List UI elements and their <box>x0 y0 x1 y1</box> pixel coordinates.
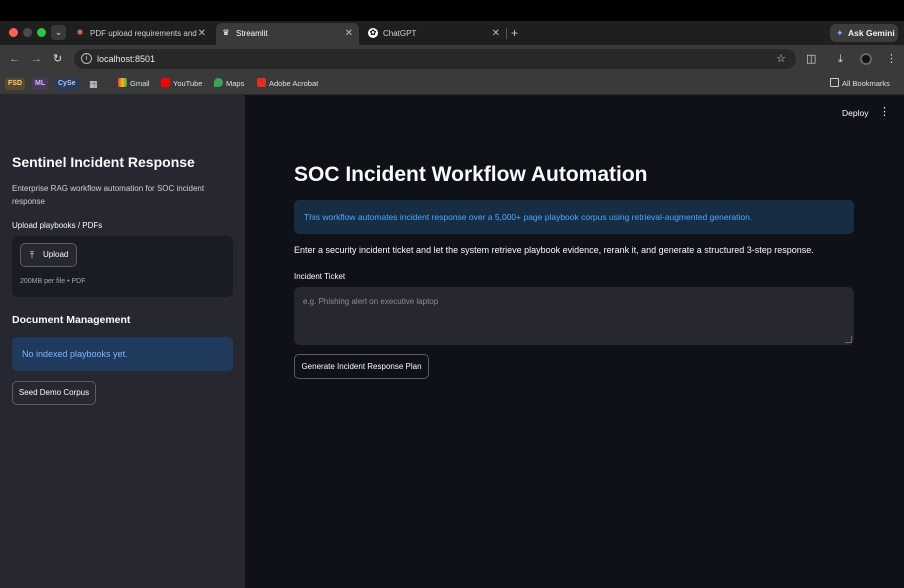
upload-button[interactable]: ⤒ Upload <box>20 243 77 267</box>
back-icon[interactable]: ← <box>9 51 20 67</box>
bookmark-star-icon[interactable]: ☆ <box>776 49 786 69</box>
tab-title: PDF upload requirements and <box>90 29 197 38</box>
bookmark-cyse[interactable]: CySe <box>55 78 79 90</box>
top-strip <box>0 0 904 21</box>
ask-gemini-label: Ask Gemini <box>848 28 895 38</box>
incident-ticket-input[interactable] <box>294 287 854 345</box>
apps-grid-icon[interactable]: ▦ <box>89 78 98 90</box>
page-title: SOC Incident Workflow Automation <box>294 163 648 186</box>
gmail-icon <box>118 78 127 87</box>
tab-chatgpt[interactable]: ✿ ChatGPT ✕ <box>363 23 506 45</box>
bookmark-youtube[interactable]: YouTube <box>161 78 202 90</box>
close-window-button[interactable] <box>9 28 18 37</box>
maps-icon <box>214 78 223 87</box>
folder-icon <box>830 78 839 87</box>
adobe-acrobat-icon <box>257 78 266 87</box>
bookmark-label: Gmail <box>130 79 150 88</box>
profile-avatar[interactable] <box>860 53 872 65</box>
tab-separator <box>506 28 507 39</box>
extensions-icon[interactable]: ◫ <box>806 51 816 67</box>
no-playbooks-info: No indexed playbooks yet. <box>12 337 233 371</box>
bookmark-ml[interactable]: ML <box>32 78 49 90</box>
site-info-icon[interactable]: i <box>81 53 92 64</box>
minimize-window-button[interactable] <box>23 28 32 37</box>
sidebar-description: Enterprise RAG workflow automation for S… <box>12 184 205 206</box>
close-tab-icon[interactable]: ✕ <box>492 23 500 44</box>
bookmark-label: Maps <box>226 79 245 88</box>
tab-streamlit[interactable]: ♛ Streamlit ✕ <box>216 23 359 45</box>
incident-ticket-label: Incident Ticket <box>294 272 346 281</box>
youtube-icon <box>161 78 170 87</box>
browser-toolbar: ← → ↻ i localhost:8501 ☆ ◫ ⤓ ⋮ <box>0 45 904 73</box>
document-management-heading: Document Management <box>12 314 131 326</box>
bookmark-gmail[interactable]: Gmail <box>118 78 150 90</box>
bookmarks-bar: FSD ML CySe ▦ Gmail YouTube Maps Adobe A… <box>0 73 904 95</box>
bookmark-fsd[interactable]: FSD <box>5 78 25 90</box>
app-sidebar: Sentinel Incident Response Enterprise RA… <box>0 95 245 588</box>
browser-tab-bar: ⌄ ✱ PDF upload requirements and ✕ ♛ Stre… <box>0 21 904 45</box>
sidebar-title: Sentinel Incident Response <box>12 154 195 170</box>
instructions-text: Enter a security incident ticket and let… <box>294 245 814 255</box>
url-text[interactable]: localhost:8501 <box>97 49 155 69</box>
tab-pdf-upload[interactable]: ✱ PDF upload requirements and ✕ <box>70 23 212 45</box>
close-tab-icon[interactable]: ✕ <box>198 23 206 44</box>
browser-menu-icon[interactable]: ⋮ <box>886 51 897 67</box>
download-icon[interactable]: ⤓ <box>838 51 843 67</box>
close-tab-icon[interactable]: ✕ <box>345 23 353 44</box>
claude-icon: ✱ <box>76 28 84 37</box>
deploy-button[interactable]: Deploy <box>842 108 868 118</box>
reload-icon[interactable]: ↻ <box>53 51 62 67</box>
main-content: Deploy ⋮ SOC Incident Workflow Automatio… <box>245 95 904 588</box>
generate-plan-button[interactable]: Generate Incident Response Plan <box>294 354 429 379</box>
upload-icon: ⤒ <box>30 250 34 260</box>
bookmark-adobe-acrobat[interactable]: Adobe Acrobat <box>257 78 318 90</box>
forward-icon[interactable]: → <box>31 51 42 67</box>
all-bookmarks-label: All Bookmarks <box>842 79 890 88</box>
address-bar[interactable]: i localhost:8501 ☆ <box>74 49 796 69</box>
gemini-icon: ✦ <box>836 28 844 38</box>
bookmark-maps[interactable]: Maps <box>214 78 244 90</box>
seed-demo-corpus-button[interactable]: Seed Demo Corpus <box>12 381 96 405</box>
tab-title: ChatGPT <box>383 29 417 38</box>
upload-label: Upload playbooks / PDFs <box>12 221 103 230</box>
bookmark-label: YouTube <box>173 79 203 88</box>
upload-button-label: Upload <box>43 250 69 259</box>
file-uploader-dropzone[interactable]: ⤒ Upload 200MB per file • PDF <box>12 236 233 297</box>
bookmark-label: Adobe Acrobat <box>269 79 319 88</box>
upload-hint: 200MB per file • PDF <box>20 278 86 285</box>
maximize-window-button[interactable] <box>37 28 46 37</box>
streamlit-icon: ♛ <box>222 28 230 37</box>
resize-handle-icon[interactable] <box>845 336 852 343</box>
workflow-info-banner: This workflow automates incident respons… <box>294 200 854 234</box>
ask-gemini-button[interactable]: ✦ Ask Gemini <box>830 24 898 42</box>
tab-title: Streamlit <box>236 29 268 38</box>
app-menu-icon[interactable]: ⋮ <box>879 106 890 118</box>
chatgpt-icon: ✿ <box>368 28 378 38</box>
tab-search-button[interactable]: ⌄ <box>51 25 66 40</box>
new-tab-button[interactable]: + <box>511 23 518 43</box>
all-bookmarks[interactable]: All Bookmarks <box>830 78 890 90</box>
